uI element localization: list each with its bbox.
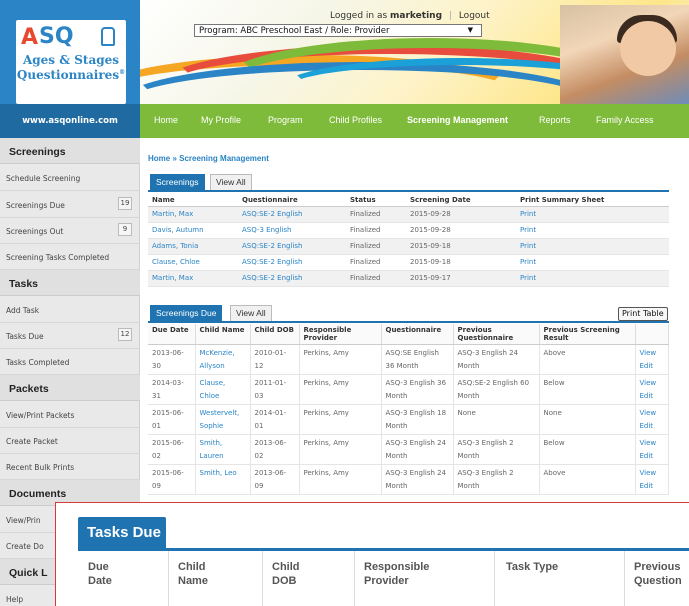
logo-area: A SQ Ages & Stages Questionnaires® bbox=[0, 0, 140, 104]
view-link[interactable]: View bbox=[640, 467, 665, 480]
tab-tasks-due[interactable]: Tasks Due bbox=[78, 517, 166, 550]
nav-home[interactable]: Home bbox=[154, 115, 178, 125]
screenings-due-table: Due Date Child Name Child DOB Responsibl… bbox=[148, 324, 669, 495]
sidebar-item-view-print-packets[interactable]: View/Print Packets bbox=[0, 402, 140, 428]
table-row[interactable]: Martin, Max ASQ:SE-2 English Finalized 2… bbox=[148, 206, 669, 223]
print-table-button[interactable]: Print Table bbox=[618, 307, 668, 321]
edit-link[interactable]: Edit bbox=[640, 360, 665, 373]
logo-line-1: Ages & Stages bbox=[22, 53, 120, 67]
tab-screenings[interactable]: Screenings bbox=[150, 174, 205, 190]
nav-family-access[interactable]: Family Access bbox=[596, 115, 654, 125]
logo-hand-icon bbox=[101, 27, 115, 46]
table-header-row: Due Date Child Name Child DOB Responsibl… bbox=[148, 324, 669, 345]
baby-photo bbox=[560, 5, 689, 104]
top-nav: Home My Profile Program Child Profiles S… bbox=[140, 104, 689, 138]
screenings-table: Name Questionnaire Status Screening Date… bbox=[148, 194, 669, 287]
column-header-previous-questionnaire: Previous Question bbox=[634, 561, 682, 587]
login-label: Logged in as bbox=[330, 11, 388, 21]
nav-program[interactable]: Program bbox=[268, 115, 303, 125]
edit-link[interactable]: Edit bbox=[640, 450, 665, 463]
column-header-responsible-provider: Responsible Provider bbox=[364, 561, 430, 587]
login-username: marketing bbox=[390, 11, 443, 21]
dropdown-arrow-icon: ▼ bbox=[467, 26, 473, 34]
edit-link[interactable]: Edit bbox=[640, 390, 665, 403]
site-url[interactable]: www.asqonline.com bbox=[0, 104, 140, 138]
count-badge: 9 bbox=[118, 223, 132, 236]
tasks-due-zoom-callout: Tasks Due Due Date Child Name Child DOB … bbox=[55, 502, 689, 606]
sidebar-item-tasks-completed[interactable]: Tasks Completed bbox=[0, 349, 140, 375]
table-row[interactable]: 2013-06-30 McKenzie, Allyson 2010-01-12 … bbox=[148, 344, 669, 375]
login-status: Logged in as marketing | Logout bbox=[330, 11, 490, 21]
logo-line-2: Questionnaires® bbox=[16, 68, 126, 82]
table-row[interactable]: Davis, Autumn ASQ-3 English Finalized 20… bbox=[148, 222, 669, 239]
nav-reports[interactable]: Reports bbox=[539, 115, 571, 125]
sidebar-section-tasks: Tasks bbox=[0, 270, 140, 296]
sidebar-item-screenings-out[interactable]: Screenings Out 9 bbox=[0, 218, 140, 244]
screenings-due-tabs: Screenings Due View All bbox=[150, 305, 680, 321]
table-row[interactable]: Clause, Chloe ASQ:SE-2 English Finalized… bbox=[148, 254, 669, 271]
column-header-due-date: Due Date bbox=[88, 561, 112, 587]
program-select-value: Program: ABC Preschool East / Role: Prov… bbox=[199, 26, 390, 36]
logout-link[interactable]: Logout bbox=[459, 11, 490, 21]
table-header-row: Name Questionnaire Status Screening Date… bbox=[148, 194, 669, 207]
sidebar-item-recent-bulk-prints[interactable]: Recent Bulk Prints bbox=[0, 454, 140, 480]
view-link[interactable]: View bbox=[640, 407, 665, 420]
asq-logo[interactable]: A SQ Ages & Stages Questionnaires® bbox=[16, 20, 126, 104]
view-link[interactable]: View bbox=[640, 377, 665, 390]
tab-screenings-view-all[interactable]: View All bbox=[210, 174, 252, 190]
tab-screenings-due[interactable]: Screenings Due bbox=[150, 305, 223, 321]
view-link[interactable]: View bbox=[640, 437, 665, 450]
table-row[interactable]: Adams, Tonia ASQ:SE-2 English Finalized … bbox=[148, 238, 669, 255]
sidebar-item-schedule-screening[interactable]: Schedule Screening bbox=[0, 165, 140, 191]
count-badge: 12 bbox=[118, 328, 132, 341]
view-link[interactable]: View bbox=[640, 347, 665, 360]
sidebar-section-packets: Packets bbox=[0, 375, 140, 401]
breadcrumb[interactable]: Home » Screening Management bbox=[148, 154, 269, 163]
table-row[interactable]: 2015-06-09 Smith, Leo 2013-06-09 Perkins… bbox=[148, 464, 669, 495]
logo-letter-a: A bbox=[21, 25, 39, 50]
header: A SQ Ages & Stages Questionnaires® Logge… bbox=[0, 0, 689, 104]
edit-link[interactable]: Edit bbox=[640, 480, 665, 493]
tab-screenings-due-view-all[interactable]: View All bbox=[230, 305, 272, 321]
sidebar-item-tasks-due[interactable]: Tasks Due 12 bbox=[0, 323, 140, 349]
nav-child-profiles[interactable]: Child Profiles bbox=[329, 115, 382, 125]
count-badge: 19 bbox=[118, 197, 132, 210]
sidebar-item-screening-tasks-completed[interactable]: Screening Tasks Completed bbox=[0, 244, 140, 270]
column-header-child-dob: Child DOB bbox=[272, 561, 300, 587]
table-row[interactable]: 2015-06-01 Westervelt, Sophie 2014-01-01… bbox=[148, 404, 669, 435]
sidebar-item-screenings-due[interactable]: Screenings Due 19 bbox=[0, 192, 140, 218]
table-row[interactable]: Martin, Max ASQ:SE-2 English Finalized 2… bbox=[148, 270, 669, 287]
nav-screening-management[interactable]: Screening Management bbox=[407, 115, 508, 125]
program-role-select[interactable]: Program: ABC Preschool East / Role: Prov… bbox=[194, 24, 482, 37]
column-header-child-name: Child Name bbox=[178, 561, 208, 587]
sidebar-item-add-task[interactable]: Add Task bbox=[0, 297, 140, 323]
nav-my-profile[interactable]: My Profile bbox=[201, 115, 241, 125]
table-row[interactable]: 2015-06-02 Smith, Lauren 2013-06-02 Perk… bbox=[148, 434, 669, 465]
logo-letters-sq: SQ bbox=[39, 24, 74, 49]
sidebar-item-create-packet[interactable]: Create Packet bbox=[0, 428, 140, 454]
screenings-tabs: Screenings View All bbox=[150, 174, 680, 190]
sidebar-section-screenings: Screenings bbox=[0, 138, 140, 164]
table-row[interactable]: 2014-03-31 Clause, Chloe 2011-01-03 Perk… bbox=[148, 374, 669, 405]
column-header-task-type: Task Type bbox=[506, 561, 559, 573]
edit-link[interactable]: Edit bbox=[640, 420, 665, 433]
